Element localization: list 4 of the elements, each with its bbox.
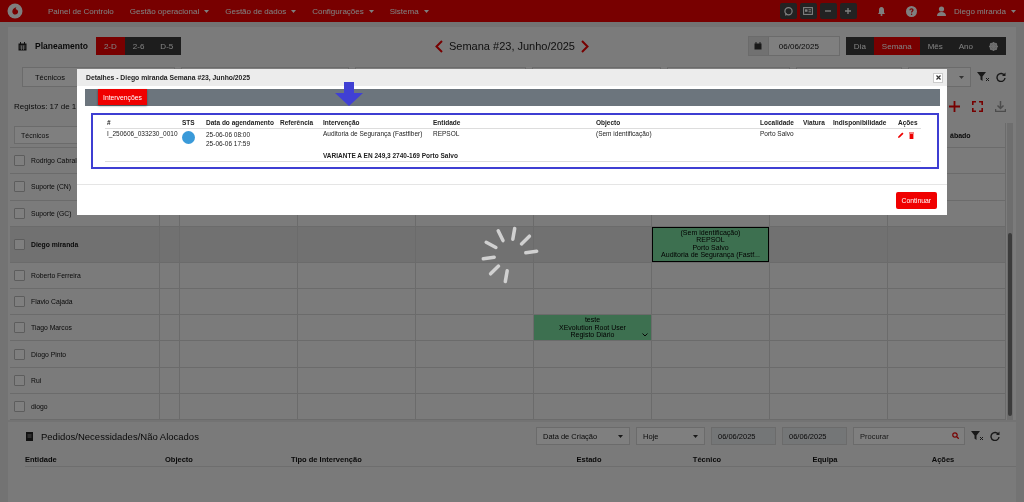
page-title: Planeamento: [35, 41, 88, 51]
section-title: Pedidos/Necessidades/Não Alocados: [41, 430, 199, 442]
week-label: Semana #23, Junho/2025: [449, 40, 575, 52]
records-count: Registos: 17 de 1: [14, 101, 77, 111]
